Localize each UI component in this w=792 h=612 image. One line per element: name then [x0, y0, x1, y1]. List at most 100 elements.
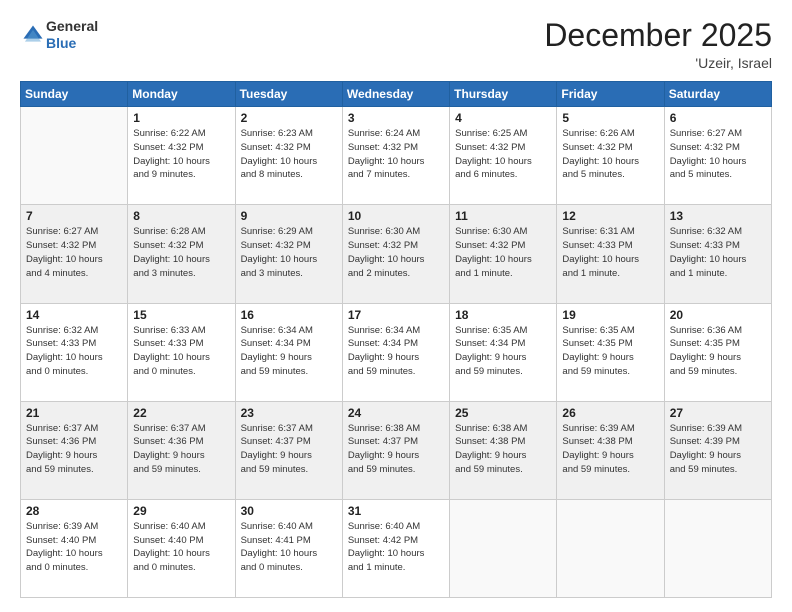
- day-info: Sunrise: 6:33 AM Sunset: 4:33 PM Dayligh…: [133, 324, 229, 379]
- day-number: 7: [26, 209, 122, 223]
- day-number: 25: [455, 406, 551, 420]
- calendar-cell: 16 Sunrise: 6:34 AM Sunset: 4:34 PM Dayli…: [235, 303, 342, 401]
- day-info: Sunrise: 6:28 AM Sunset: 4:32 PM Dayligh…: [133, 225, 229, 280]
- day-info: Sunrise: 6:27 AM Sunset: 4:32 PM Dayligh…: [26, 225, 122, 280]
- day-info: Sunrise: 6:30 AM Sunset: 4:32 PM Dayligh…: [348, 225, 444, 280]
- header: General Blue December 2025 'Uzeir, Israe…: [20, 18, 772, 71]
- calendar-cell: 18 Sunrise: 6:35 AM Sunset: 4:34 PM Dayli…: [450, 303, 557, 401]
- day-info: Sunrise: 6:29 AM Sunset: 4:32 PM Dayligh…: [241, 225, 337, 280]
- day-info: Sunrise: 6:37 AM Sunset: 4:37 PM Dayligh…: [241, 422, 337, 477]
- day-number: 27: [670, 406, 766, 420]
- day-number: 15: [133, 308, 229, 322]
- location: 'Uzeir, Israel: [544, 55, 772, 71]
- day-number: 14: [26, 308, 122, 322]
- day-number: 11: [455, 209, 551, 223]
- calendar-cell: 24 Sunrise: 6:38 AM Sunset: 4:37 PM Dayli…: [342, 401, 449, 499]
- title-block: December 2025 'Uzeir, Israel: [544, 18, 772, 71]
- calendar-cell: 26 Sunrise: 6:39 AM Sunset: 4:38 PM Dayli…: [557, 401, 664, 499]
- calendar-week-4: 21 Sunrise: 6:37 AM Sunset: 4:36 PM Dayli…: [21, 401, 772, 499]
- day-number: 4: [455, 111, 551, 125]
- day-info: Sunrise: 6:25 AM Sunset: 4:32 PM Dayligh…: [455, 127, 551, 182]
- day-number: 26: [562, 406, 658, 420]
- day-number: 21: [26, 406, 122, 420]
- day-info: Sunrise: 6:34 AM Sunset: 4:34 PM Dayligh…: [241, 324, 337, 379]
- day-info: Sunrise: 6:34 AM Sunset: 4:34 PM Dayligh…: [348, 324, 444, 379]
- day-info: Sunrise: 6:31 AM Sunset: 4:33 PM Dayligh…: [562, 225, 658, 280]
- calendar-cell: 10 Sunrise: 6:30 AM Sunset: 4:32 PM Dayli…: [342, 205, 449, 303]
- calendar-week-1: 1 Sunrise: 6:22 AM Sunset: 4:32 PM Daylig…: [21, 107, 772, 205]
- day-header-saturday: Saturday: [664, 82, 771, 107]
- day-header-thursday: Thursday: [450, 82, 557, 107]
- month-year: December 2025: [544, 18, 772, 53]
- day-number: 16: [241, 308, 337, 322]
- day-header-monday: Monday: [128, 82, 235, 107]
- day-number: 8: [133, 209, 229, 223]
- calendar-cell: 6Sunrise: 6:27 AM Sunset: 4:32 PM Daylig…: [664, 107, 771, 205]
- calendar-week-2: 7 Sunrise: 6:27 AM Sunset: 4:32 PM Daylig…: [21, 205, 772, 303]
- day-info: Sunrise: 6:39 AM Sunset: 4:40 PM Dayligh…: [26, 520, 122, 575]
- calendar-cell: 27 Sunrise: 6:39 AM Sunset: 4:39 PM Dayli…: [664, 401, 771, 499]
- logo-blue: Blue: [46, 35, 76, 51]
- day-info: Sunrise: 6:26 AM Sunset: 4:32 PM Dayligh…: [562, 127, 658, 182]
- day-info: Sunrise: 6:32 AM Sunset: 4:33 PM Dayligh…: [670, 225, 766, 280]
- logo-general: General: [46, 18, 98, 34]
- day-info: Sunrise: 6:32 AM Sunset: 4:33 PM Dayligh…: [26, 324, 122, 379]
- calendar-cell: 9 Sunrise: 6:29 AM Sunset: 4:32 PM Daylig…: [235, 205, 342, 303]
- calendar-cell: 20 Sunrise: 6:36 AM Sunset: 4:35 PM Dayli…: [664, 303, 771, 401]
- day-info: Sunrise: 6:23 AM Sunset: 4:32 PM Dayligh…: [241, 127, 337, 182]
- logo: General Blue: [20, 18, 98, 52]
- day-info: Sunrise: 6:39 AM Sunset: 4:39 PM Dayligh…: [670, 422, 766, 477]
- day-info: Sunrise: 6:36 AM Sunset: 4:35 PM Dayligh…: [670, 324, 766, 379]
- day-number: 1: [133, 111, 229, 125]
- day-info: Sunrise: 6:38 AM Sunset: 4:38 PM Dayligh…: [455, 422, 551, 477]
- day-info: Sunrise: 6:35 AM Sunset: 4:35 PM Dayligh…: [562, 324, 658, 379]
- logo-icon: [22, 24, 44, 46]
- calendar-cell: [21, 107, 128, 205]
- day-number: 10: [348, 209, 444, 223]
- day-info: Sunrise: 6:37 AM Sunset: 4:36 PM Dayligh…: [133, 422, 229, 477]
- calendar-cell: 14 Sunrise: 6:32 AM Sunset: 4:33 PM Dayli…: [21, 303, 128, 401]
- day-number: 29: [133, 504, 229, 518]
- day-number: 2: [241, 111, 337, 125]
- day-info: Sunrise: 6:30 AM Sunset: 4:32 PM Dayligh…: [455, 225, 551, 280]
- calendar-week-3: 14 Sunrise: 6:32 AM Sunset: 4:33 PM Dayli…: [21, 303, 772, 401]
- day-info: Sunrise: 6:38 AM Sunset: 4:37 PM Dayligh…: [348, 422, 444, 477]
- day-info: Sunrise: 6:40 AM Sunset: 4:42 PM Dayligh…: [348, 520, 444, 575]
- day-header-friday: Friday: [557, 82, 664, 107]
- day-number: 24: [348, 406, 444, 420]
- calendar-cell: 13Sunrise: 6:32 AM Sunset: 4:33 PM Dayli…: [664, 205, 771, 303]
- calendar-cell: 12 Sunrise: 6:31 AM Sunset: 4:33 PM Dayli…: [557, 205, 664, 303]
- calendar-cell: 5Sunrise: 6:26 AM Sunset: 4:32 PM Daylig…: [557, 107, 664, 205]
- day-info: Sunrise: 6:39 AM Sunset: 4:38 PM Dayligh…: [562, 422, 658, 477]
- day-number: 18: [455, 308, 551, 322]
- calendar-table: SundayMondayTuesdayWednesdayThursdayFrid…: [20, 81, 772, 598]
- calendar-cell: 1 Sunrise: 6:22 AM Sunset: 4:32 PM Daylig…: [128, 107, 235, 205]
- day-header-wednesday: Wednesday: [342, 82, 449, 107]
- calendar-header-row: SundayMondayTuesdayWednesdayThursdayFrid…: [21, 82, 772, 107]
- day-number: 20: [670, 308, 766, 322]
- day-number: 19: [562, 308, 658, 322]
- calendar-cell: 7 Sunrise: 6:27 AM Sunset: 4:32 PM Daylig…: [21, 205, 128, 303]
- calendar-cell: 2 Sunrise: 6:23 AM Sunset: 4:32 PM Daylig…: [235, 107, 342, 205]
- calendar-cell: [664, 499, 771, 597]
- day-header-tuesday: Tuesday: [235, 82, 342, 107]
- day-info: Sunrise: 6:35 AM Sunset: 4:34 PM Dayligh…: [455, 324, 551, 379]
- day-number: 17: [348, 308, 444, 322]
- day-info: Sunrise: 6:40 AM Sunset: 4:41 PM Dayligh…: [241, 520, 337, 575]
- day-number: 22: [133, 406, 229, 420]
- day-info: Sunrise: 6:22 AM Sunset: 4:32 PM Dayligh…: [133, 127, 229, 182]
- calendar-cell: 31Sunrise: 6:40 AM Sunset: 4:42 PM Dayli…: [342, 499, 449, 597]
- calendar-cell: 21Sunrise: 6:37 AM Sunset: 4:36 PM Dayli…: [21, 401, 128, 499]
- calendar-cell: 3Sunrise: 6:24 AM Sunset: 4:32 PM Daylig…: [342, 107, 449, 205]
- day-number: 23: [241, 406, 337, 420]
- day-number: 9: [241, 209, 337, 223]
- day-number: 12: [562, 209, 658, 223]
- calendar-cell: 19 Sunrise: 6:35 AM Sunset: 4:35 PM Dayli…: [557, 303, 664, 401]
- day-number: 30: [241, 504, 337, 518]
- calendar-cell: 30 Sunrise: 6:40 AM Sunset: 4:41 PM Dayli…: [235, 499, 342, 597]
- calendar-cell: 4 Sunrise: 6:25 AM Sunset: 4:32 PM Daylig…: [450, 107, 557, 205]
- calendar-week-5: 28 Sunrise: 6:39 AM Sunset: 4:40 PM Dayli…: [21, 499, 772, 597]
- calendar-cell: 25 Sunrise: 6:38 AM Sunset: 4:38 PM Dayli…: [450, 401, 557, 499]
- day-number: 6: [670, 111, 766, 125]
- day-number: 28: [26, 504, 122, 518]
